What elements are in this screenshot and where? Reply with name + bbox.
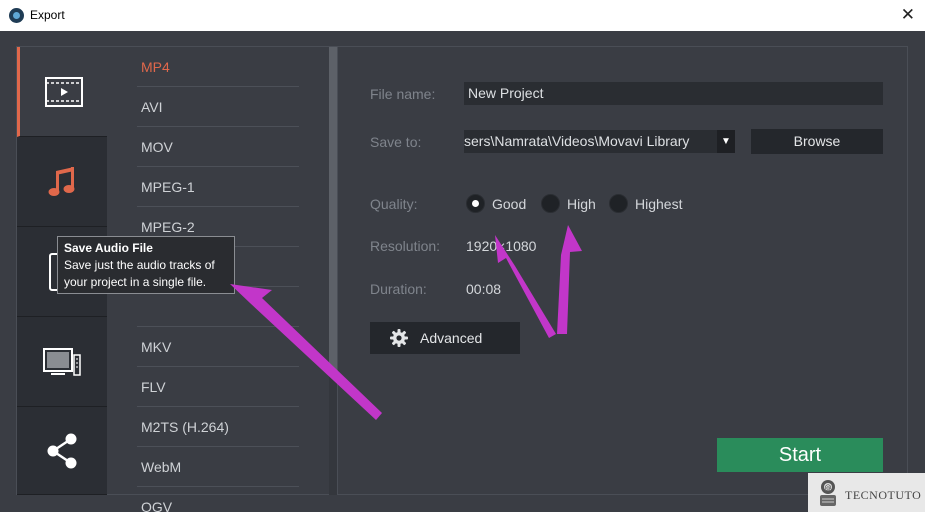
watermark: @ TECNOTUTO [808, 473, 925, 512]
duration-label: Duration: [370, 281, 427, 297]
window-title: Export [30, 8, 65, 22]
tooltip-save-audio: Save Audio File Save just the audio trac… [57, 236, 235, 294]
quality-high-radio[interactable] [541, 194, 560, 213]
quality-good-label[interactable]: Good [492, 196, 526, 212]
save-to-select[interactable]: sers\Namrata\Videos\Movavi Library ▼ [464, 130, 735, 153]
robot-logo-icon: @ [820, 480, 836, 506]
quality-label: Quality: [370, 196, 418, 212]
movavi-app-icon [9, 8, 24, 23]
format-item-flv[interactable]: FLV [137, 367, 299, 407]
category-audio[interactable] [17, 137, 107, 227]
music-note-icon [48, 166, 75, 196]
format-item-avi[interactable]: AVI [137, 87, 299, 127]
quality-highest-radio[interactable] [609, 194, 628, 213]
film-icon [44, 76, 83, 107]
file-name-input[interactable]: New Project [464, 82, 883, 105]
category-share[interactable] [17, 407, 107, 495]
close-icon[interactable]: ✕ [901, 5, 915, 25]
title-bar: Export ✕ [0, 0, 925, 31]
save-to-path: sers\Namrata\Videos\Movavi Library [464, 133, 690, 149]
quality-high-label[interactable]: High [567, 196, 596, 212]
format-item-webm[interactable]: WebM [137, 447, 299, 487]
advanced-button[interactable]: Advanced [370, 322, 520, 354]
quality-highest-label[interactable]: Highest [635, 196, 682, 212]
format-item-mov[interactable]: MOV [137, 127, 299, 167]
tooltip-title: Save Audio File [64, 241, 153, 255]
watermark-text: TECNOTUTO [845, 488, 922, 502]
quality-good-radio[interactable] [466, 194, 485, 213]
category-tv[interactable] [17, 317, 107, 407]
resolution-value: 1920×1080 [466, 238, 537, 254]
format-item-mp4[interactable]: MP4 [137, 47, 299, 87]
format-item-mpeg1[interactable]: MPEG-1 [137, 167, 299, 207]
start-button[interactable]: Start [717, 438, 883, 472]
save-to-label: Save to: [370, 134, 422, 150]
panel-divider [337, 47, 338, 495]
share-icon [47, 433, 77, 468]
tv-icon [43, 347, 81, 376]
resolution-label: Resolution: [370, 238, 441, 254]
format-item-mkv[interactable]: MKV [137, 327, 299, 367]
format-item-m2ts[interactable]: M2TS (H.264) [137, 407, 299, 447]
file-name-label: File name: [370, 86, 436, 102]
category-video[interactable] [17, 47, 107, 137]
svg-text:@: @ [825, 484, 832, 492]
tooltip-line-2: your project in a single file. [64, 275, 207, 289]
scrollbar-thumb[interactable] [329, 47, 337, 375]
browse-button[interactable]: Browse [751, 129, 883, 154]
chevron-down-icon[interactable]: ▼ [717, 130, 735, 153]
tooltip-line-1: Save just the audio tracks of [64, 258, 215, 272]
gear-icon [390, 329, 408, 347]
advanced-label: Advanced [420, 330, 483, 346]
format-item-ogv[interactable]: OGV [137, 487, 299, 512]
format-list-scrollbar[interactable] [329, 47, 337, 495]
duration-value: 00:08 [466, 281, 502, 297]
